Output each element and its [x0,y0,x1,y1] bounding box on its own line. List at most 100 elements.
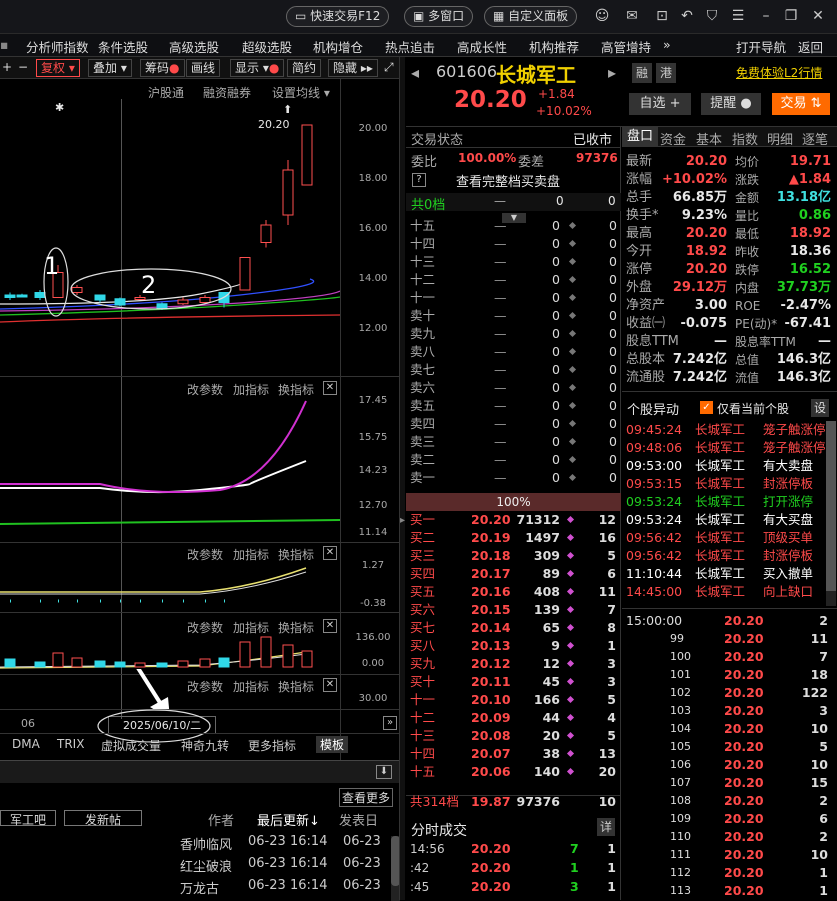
l2-trial-link[interactable]: 免费体验L2行情 [736,64,822,81]
ask-row[interactable]: 卖四 — 0 0 [410,415,620,433]
fuquan-button[interactable]: 复权 ▾ [36,59,80,77]
ask-row[interactable]: 卖八 — 0 0 [410,343,620,361]
tab-template[interactable]: 模板 [316,736,349,753]
panel-switch-indicator[interactable]: 换指标 [278,546,314,563]
event-row[interactable]: 09:48:06 长城军工 笼子触涨停 [622,439,826,457]
forum-row[interactable]: 香帅临风 06-23 16:14 06-23 [0,834,390,854]
ask-row[interactable]: 卖三 — 0 0 [410,433,620,451]
tab-index[interactable]: 指数 [732,129,758,148]
col-last-update[interactable]: 最后更新↓ [257,810,320,829]
event-row[interactable]: 09:56:42 长城军工 封涨停板 [622,547,826,565]
bid-row[interactable]: 买三 20.18 309 5 [410,547,620,565]
event-row[interactable]: 09:53:00 长城军工 有大卖盘 [622,457,826,475]
bid-row[interactable]: 买五 20.16 408 11 [410,583,620,601]
forum-row[interactable]: 万龙古 06-23 16:14 06-23 [0,878,390,898]
bid-row[interactable]: 买二 20.19 1497 16 [410,529,620,547]
tab-panel[interactable]: 盘口 [622,127,658,147]
new-post-button[interactable]: 发新帖 [64,810,142,827]
menu-item[interactable]: 条件选股 [98,37,148,56]
menu-item[interactable]: 高级选股 [169,37,219,56]
menu-item[interactable]: 热点追击 [385,37,435,56]
bid-row[interactable]: 买九 20.12 12 3 [410,655,620,673]
ask-row[interactable]: 十一 — 0 0 [410,289,620,307]
event-row[interactable]: 09:53:24 长城军工 打开涨停 [622,493,826,511]
panel-params[interactable]: 改参数 [187,546,223,563]
tab-tick-by-tick[interactable]: 逐笔 [802,129,828,148]
menu-item[interactable]: 高成长性 [457,37,507,56]
user-icon[interactable]: ☺ [594,8,610,24]
event-row[interactable]: 09:45:24 长城军工 笼子触涨停 [622,421,826,439]
lock-icon[interactable]: ⊡ [654,8,670,24]
close-icon[interactable]: ✕ [323,619,337,633]
tab-trix[interactable]: TRIX [57,737,84,751]
simple-button[interactable]: 简约 [287,59,322,77]
prev-stock-icon[interactable]: ◂ [411,63,419,82]
ask-row[interactable]: 卖十 — 0 0 [410,307,620,325]
bid-row[interactable]: 十一 20.10 166 5 [410,691,620,709]
menu-item[interactable]: 超级选股 [242,37,292,56]
display-button[interactable]: 显示 ▾● [230,59,285,77]
forum-row[interactable]: 红尘破浪 06-23 16:14 06-23 [0,856,390,876]
forum-bar-button[interactable]: 军工吧 [0,810,56,827]
tab-dma[interactable]: DMA [12,737,40,751]
hide-button[interactable]: 隐藏 ▸▸ [328,59,378,77]
menu-item[interactable]: 高管增持 [601,37,651,56]
restore-icon[interactable]: ❐ [783,8,799,24]
detail-button[interactable]: 详 [597,818,615,836]
full-depth-link[interactable]: 查看完整档买卖盘 [456,171,560,190]
close-icon[interactable]: ✕ [323,546,337,560]
next-stock-icon[interactable]: ▸ [608,63,616,82]
minus-icon[interactable]: − [14,59,32,77]
bid-row[interactable]: 买六 20.15 139 7 [410,601,620,619]
ask-row[interactable]: 卖五 — 0 0 [410,397,620,415]
tab-more-indicators[interactable]: 更多指标 [248,737,296,754]
bid-row[interactable]: 十三 20.08 20 5 [410,727,620,745]
trade-button[interactable]: 交易 ⇅ [772,93,830,115]
bid-row[interactable]: 十二 20.09 44 4 [410,709,620,727]
bid-row[interactable]: 买一 20.20 71312 12 [410,511,620,529]
open-nav-link[interactable]: 打开导航 [736,37,786,56]
tab-td9[interactable]: 神奇九转 [181,737,229,754]
tab-basic[interactable]: 基本 [696,129,722,148]
panel-add-indicator[interactable]: 加指标 [233,546,269,563]
chips-button[interactable]: 筹码● [140,59,185,77]
event-row[interactable]: 14:45:00 长城军工 向上缺口 [622,583,826,601]
events-settings-button[interactable]: 设 [811,399,829,417]
multi-window-button[interactable]: ▣ 多窗口 [404,6,474,27]
bid-row[interactable]: 十五 20.06 140 20 [410,763,620,781]
bid-row[interactable]: 买八 20.13 9 1 [410,637,620,655]
draw-lines-button[interactable]: 画线 [186,59,221,77]
close-icon[interactable]: ✕ [323,381,337,395]
event-row[interactable]: 09:53:15 长城军工 封涨停板 [622,475,826,493]
minimize-icon[interactable]: – [758,8,774,24]
menu-icon[interactable]: ☰ [730,8,746,24]
more-menu-icon[interactable]: » [663,37,671,52]
scroll-right-icon[interactable]: » [383,716,397,730]
bid-row[interactable]: 买十 20.11 45 3 [410,673,620,691]
splitter[interactable]: ▸ [399,57,405,900]
tab-virtual-volume[interactable]: 虚拟成交量 [101,737,161,754]
bid-row[interactable]: 买四 20.17 89 6 [410,565,620,583]
ask-row[interactable]: 卖七 — 0 0 [410,361,620,379]
custom-panel-button[interactable]: ▦ 自定义面板 [484,6,578,27]
undo-icon[interactable]: ↶ [679,8,695,24]
add-watchlist-button[interactable]: 自选 + [629,93,691,115]
alert-button[interactable]: 提醒 ● [701,93,761,115]
checkbox-checked-icon[interactable]: ✓ [700,401,713,414]
quick-trade-button[interactable]: ▭ 快速交易F12 [286,6,390,27]
event-row[interactable]: 09:53:24 长城军工 有大买盘 [622,511,826,529]
events-scrollbar[interactable] [826,421,836,606]
ask-row[interactable]: 十五 — 0 0 [410,217,620,235]
close-icon[interactable]: ✕ [810,8,826,24]
menu-item[interactable]: 机构推荐 [529,37,579,56]
help-icon[interactable]: ? [412,173,426,187]
ask-row[interactable]: 十三 — 0 0 [410,253,620,271]
ask-row[interactable]: 卖九 — 0 0 [410,325,620,343]
ask-row[interactable]: 卖一 — 0 0 [410,469,620,487]
expand-icon[interactable]: ⤢ [380,59,398,77]
ask-row[interactable]: 十二 — 0 0 [410,271,620,289]
check-more-button[interactable]: 查看更多 [339,788,394,807]
tab-details[interactable]: 明细 [767,129,793,148]
event-row[interactable]: 11:10:44 长城军工 买入撤单 [622,565,826,583]
shirt-icon[interactable]: ⛉ [704,8,720,24]
